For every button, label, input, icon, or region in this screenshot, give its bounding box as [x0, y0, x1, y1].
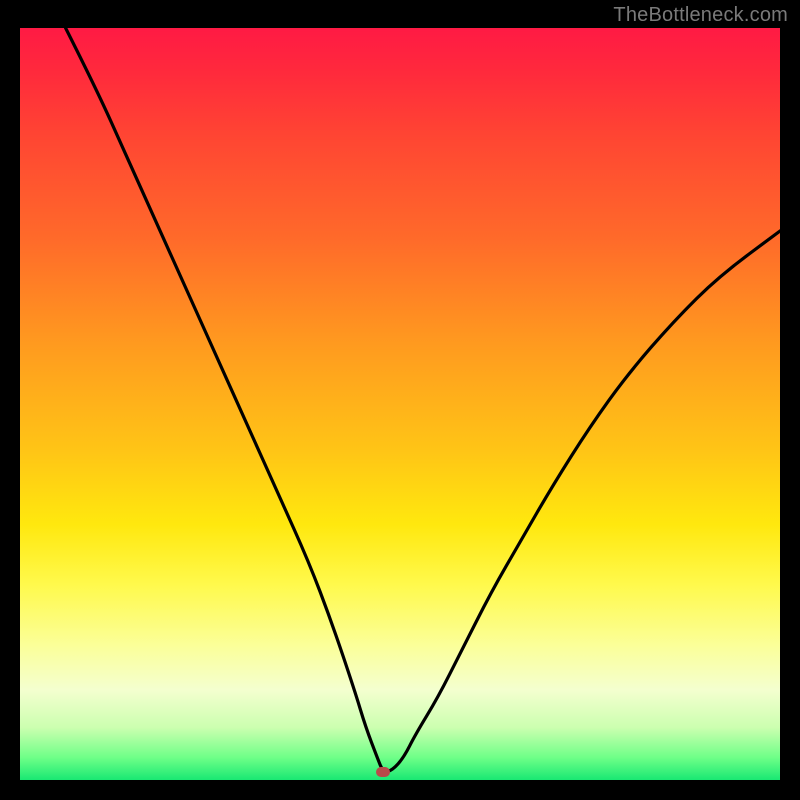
chart-frame: TheBottleneck.com — [0, 0, 800, 800]
bottleneck-curve — [20, 28, 780, 780]
plot-area — [20, 28, 780, 780]
optimal-point-marker — [376, 767, 390, 777]
watermark-text: TheBottleneck.com — [613, 4, 788, 27]
